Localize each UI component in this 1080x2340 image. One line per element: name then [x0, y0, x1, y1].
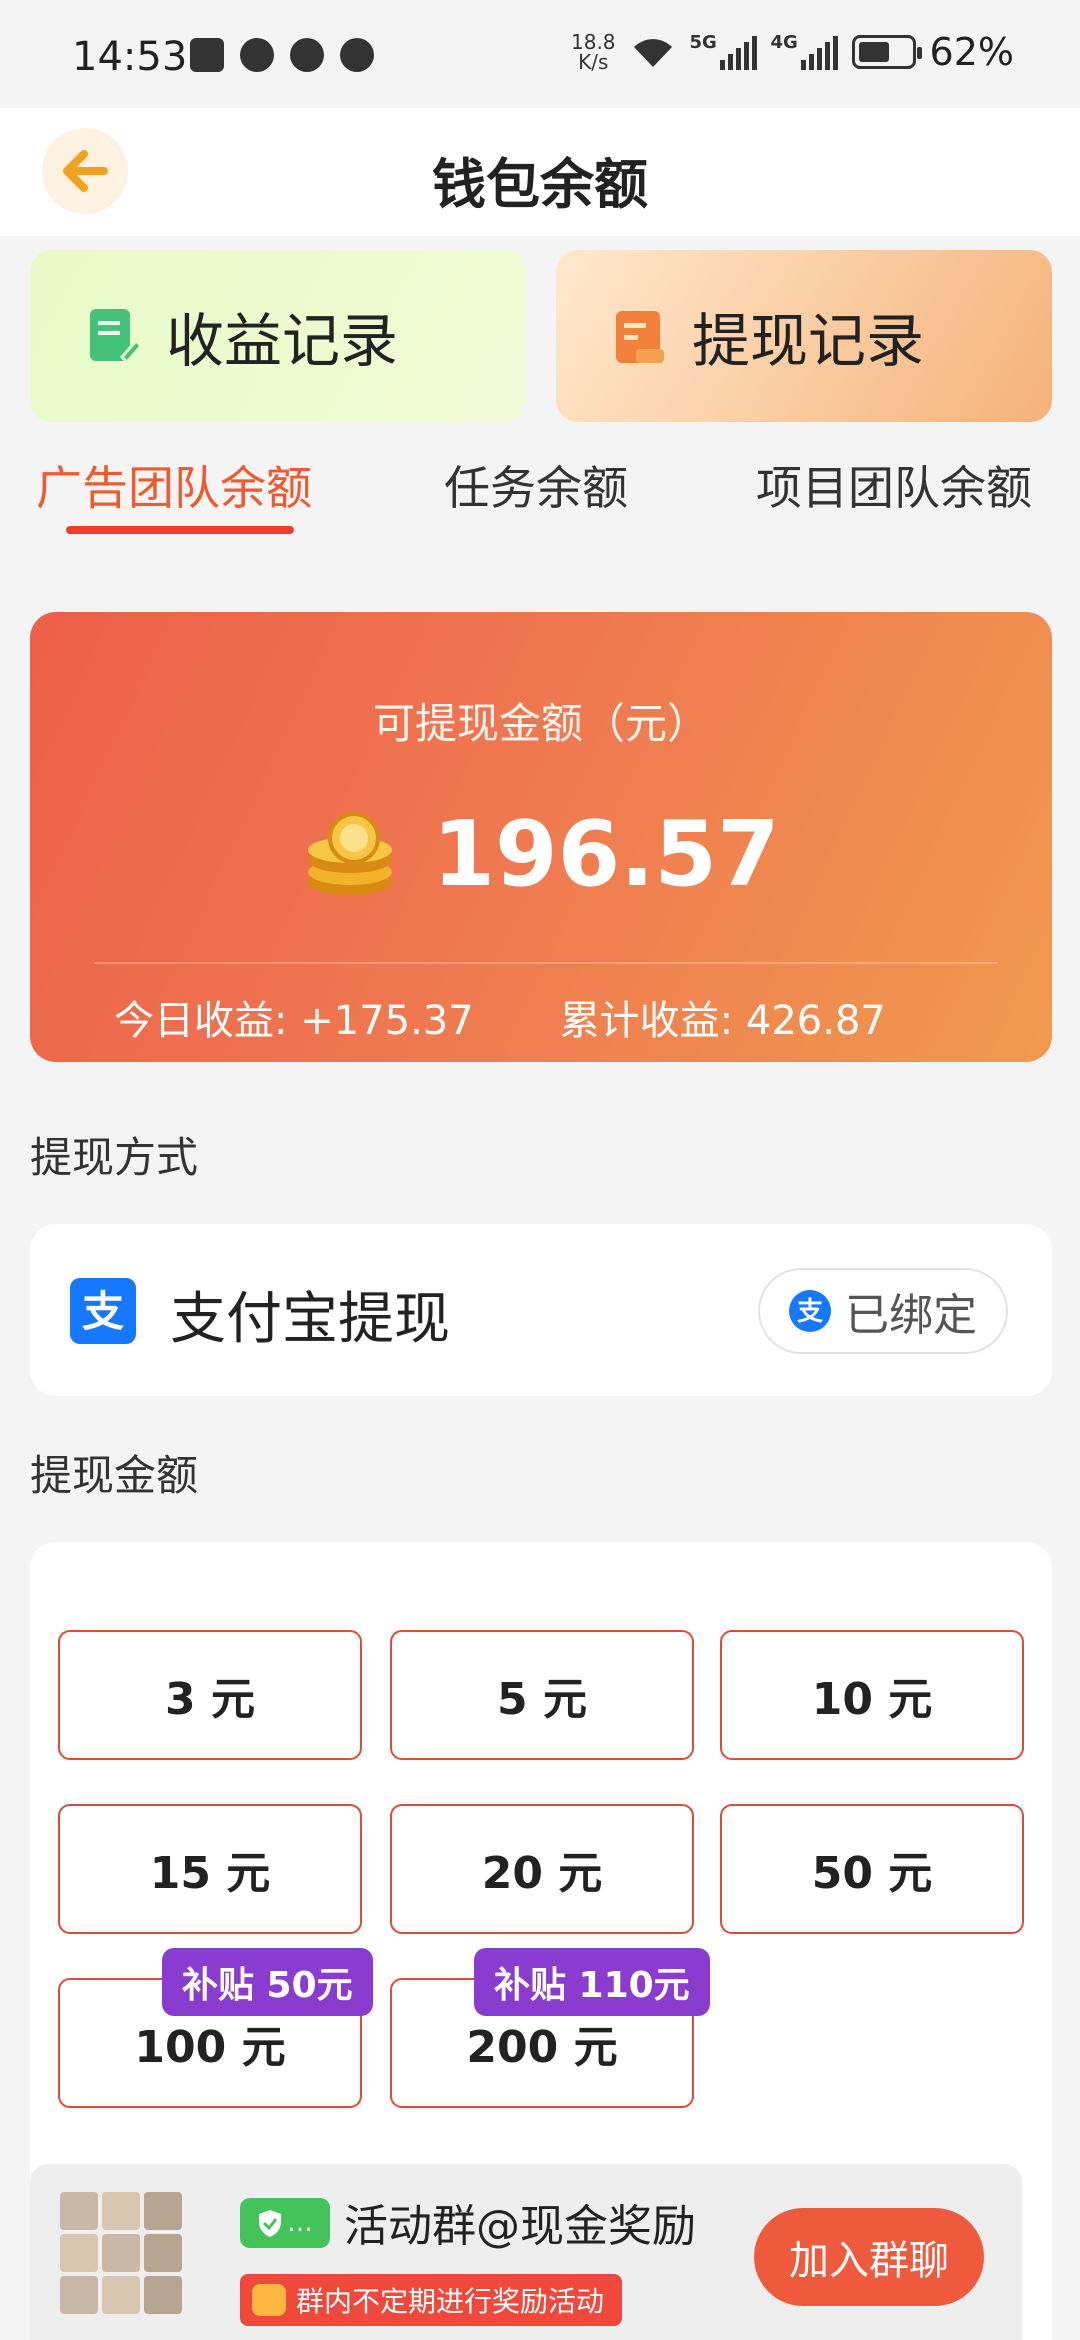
- balance-stats: 今日收益: +175.37 累计收益: 426.87: [114, 988, 886, 1046]
- today-earnings-value: +175.37: [300, 998, 474, 1044]
- svg-text:支: 支: [797, 1297, 823, 1327]
- today-earnings-label: 今日收益:: [114, 998, 288, 1044]
- signal-4g-tag: 4G: [770, 32, 798, 53]
- status-time: 14:53: [72, 34, 188, 80]
- bound-status-badge: 支 已绑定: [758, 1268, 1008, 1354]
- withdrawable-label: 可提现金额（元）: [372, 699, 709, 748]
- amount-option-label: 15 元: [149, 1848, 271, 1899]
- location-icon: [290, 38, 324, 72]
- tab-ad-team-balance[interactable]: 广告团队余额: [36, 452, 312, 518]
- group-avatar-grid: [60, 2192, 182, 2314]
- amount-option-5[interactable]: 5 元: [390, 1630, 694, 1760]
- amount-option-label: 50 元: [811, 1848, 933, 1899]
- amount-option-label: 20 元: [481, 1848, 603, 1899]
- network-speed-value: 18.8: [571, 30, 616, 54]
- withdraw-method-title: 提现方式: [30, 1133, 199, 1182]
- amount-option-20[interactable]: 20 元: [390, 1804, 694, 1934]
- activity-group-banner: … 活动群@现金奖励 群内不定期进行奖励活动 加入群聊: [30, 2164, 1022, 2340]
- shield-check-icon: [259, 2210, 281, 2237]
- amount-option-label: 200 元: [466, 2022, 618, 2073]
- nfc-icon: [190, 38, 224, 72]
- withdraw-record-label: 提现记录: [692, 307, 925, 375]
- income-record-button[interactable]: 收益记录: [30, 250, 526, 422]
- balance-divider: [94, 962, 998, 964]
- amount-option-label: 3 元: [165, 1674, 255, 1725]
- amount-option-label: 5 元: [497, 1674, 587, 1725]
- wifi-icon: [633, 39, 672, 67]
- signal-5g-icon: 5G: [689, 32, 757, 70]
- alarm-icon: [240, 38, 274, 72]
- balance-card: 可提现金额（元） 196.57 今日收益: +175.37 累计收益: 426.…: [30, 612, 1052, 1062]
- income-record-label: 收益记录: [166, 307, 399, 375]
- status-right: 18.8 K/s 5G 4G 62%: [571, 30, 1014, 74]
- signal-4g-icon: 4G: [770, 32, 838, 70]
- alipay-small-icon: 支: [789, 1290, 831, 1332]
- qq-icon: [340, 38, 374, 72]
- group-subtitle-badge: 群内不定期进行奖励活动: [240, 2274, 623, 2326]
- app-header: 钱包余额: [0, 108, 1080, 236]
- balance-row: 196.57: [30, 802, 1052, 907]
- network-speed-unit: K/s: [578, 50, 609, 74]
- today-earnings: 今日收益: +175.37: [114, 988, 474, 1046]
- document-edit-icon: [90, 309, 142, 365]
- gold-coins-icon: [308, 811, 393, 895]
- alipay-method-label: 支付宝提现: [170, 1287, 450, 1352]
- alipay-icon: 支: [70, 1278, 136, 1344]
- battery-icon: [851, 35, 922, 69]
- battery-percent: 62%: [929, 30, 1014, 74]
- join-group-button[interactable]: 加入群聊: [754, 2208, 984, 2306]
- amount-option-10[interactable]: 10 元: [720, 1630, 1024, 1760]
- balance-tabs: 广告团队余额 任务余额 项目团队余额: [0, 452, 1080, 542]
- bound-label: 已绑定: [845, 1290, 977, 1341]
- status-notification-icons: [190, 38, 374, 72]
- scroll-list-icon: [616, 311, 664, 363]
- gift-icon: [252, 2284, 286, 2316]
- status-bar: 14:53 18.8 K/s 5G 4G 62%: [0, 0, 1080, 108]
- wechat-tag-text: …: [287, 2208, 313, 2238]
- amount-option-15[interactable]: 15 元: [58, 1804, 362, 1934]
- tab-project-team-balance[interactable]: 项目团队余额: [756, 452, 1032, 518]
- balance-value: 196.57: [432, 802, 780, 907]
- signal-5g-tag: 5G: [689, 32, 717, 53]
- amount-option-50[interactable]: 50 元: [720, 1804, 1024, 1934]
- total-earnings-label: 累计收益:: [559, 998, 734, 1044]
- total-earnings: 累计收益: 426.87: [560, 988, 886, 1046]
- subsidy-badge: 补贴 110元: [474, 1948, 710, 2016]
- active-tab-indicator: [66, 526, 294, 534]
- withdraw-amount-title: 提现金额: [30, 1451, 199, 1500]
- network-speed: 18.8 K/s: [571, 32, 616, 72]
- alipay-method-card[interactable]: 支 支付宝提现 支 已绑定: [30, 1224, 1052, 1396]
- svg-text:支: 支: [82, 1287, 124, 1336]
- group-title: 活动群@现金奖励: [344, 2201, 696, 2252]
- group-subtitle: 群内不定期进行奖励活动: [296, 2285, 605, 2318]
- total-earnings-value: 426.87: [745, 998, 886, 1044]
- wechat-group-tag: …: [240, 2198, 330, 2248]
- tab-task-balance[interactable]: 任务余额: [444, 452, 628, 518]
- page-title: 钱包余额: [432, 153, 648, 216]
- subsidy-badge: 补贴 50元: [162, 1948, 373, 2016]
- withdraw-record-button[interactable]: 提现记录: [556, 250, 1052, 422]
- amount-option-label: 100 元: [134, 2022, 286, 2073]
- amount-option-200[interactable]: 补贴 110元 200 元: [390, 1948, 710, 2108]
- amount-option-3[interactable]: 3 元: [58, 1630, 362, 1760]
- amount-option-100[interactable]: 补贴 50元 100 元: [58, 1948, 373, 2108]
- amount-option-label: 10 元: [811, 1674, 933, 1725]
